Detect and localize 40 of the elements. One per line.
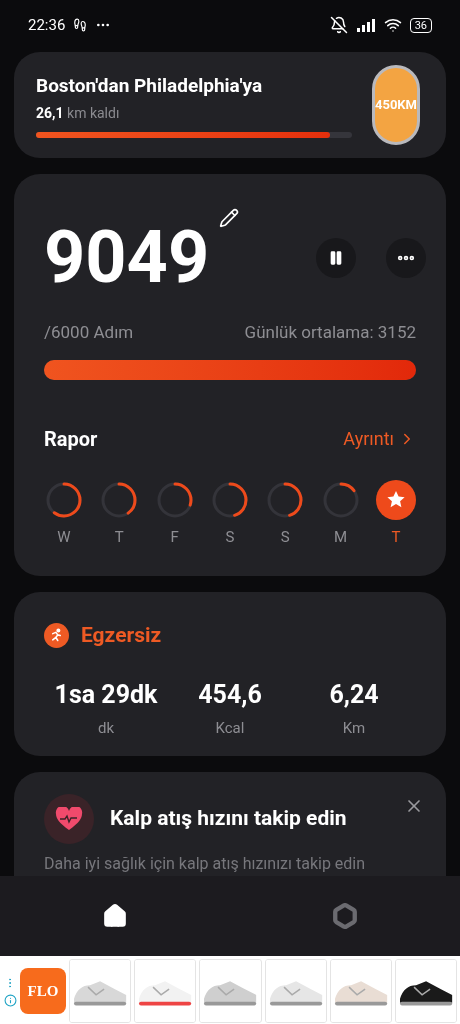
- status-time: 22:36: [28, 14, 66, 36]
- remaining-value: 26,1: [36, 104, 64, 121]
- day-label: T: [391, 526, 401, 548]
- more-button[interactable]: [386, 238, 426, 278]
- journey-title: Boston'dan Philadelphia'ya: [36, 73, 264, 100]
- settings-icon: [332, 903, 358, 929]
- running-icon: [44, 623, 69, 649]
- flo-logo[interactable]: FLO: [20, 968, 66, 1014]
- battery-indicator: 36: [409, 17, 432, 33]
- day-label: T: [114, 526, 124, 548]
- wifi-icon: [383, 16, 402, 34]
- distance-badge[interactable]: 450KM: [372, 65, 420, 145]
- info-icon[interactable]: [3, 993, 17, 1007]
- home-icon: [102, 903, 128, 929]
- day-label: F: [170, 526, 179, 548]
- detail-link[interactable]: Ayrıntı: [343, 425, 416, 452]
- signal-icon: [355, 18, 376, 32]
- pause-icon: [328, 250, 344, 266]
- edit-icon[interactable]: [219, 208, 240, 228]
- step-count: 9049: [44, 218, 210, 298]
- day-label: S: [280, 526, 290, 548]
- exercise-title: Egzersiz: [81, 622, 162, 649]
- mute-icon: [329, 16, 348, 34]
- stat-value: 6,24: [329, 678, 379, 711]
- step-goal: /6000 Adım: [44, 321, 134, 344]
- walking-icon: [73, 18, 88, 32]
- heart-card-title: Kalp atış hızını takip edin: [110, 805, 347, 833]
- day-label: M: [334, 526, 348, 548]
- day-label: S: [225, 526, 235, 548]
- stat-unit: Km: [342, 718, 366, 739]
- report-title: Rapor: [44, 425, 98, 453]
- stat-value: 454,6: [198, 678, 262, 711]
- remaining-unit: km kaldı: [67, 104, 120, 121]
- heart-card-text: Daha iyi sağlık için kalp atış hızınızı takip edin: [44, 853, 367, 875]
- daily-average: Günlük ortalama: 3152: [244, 321, 416, 344]
- pause-button[interactable]: [316, 238, 356, 278]
- stat-value: 1sa 29dk: [54, 678, 158, 711]
- day-label: W: [57, 526, 71, 548]
- stat-unit: dk: [97, 718, 115, 739]
- stat-unit: Kcal: [215, 718, 245, 739]
